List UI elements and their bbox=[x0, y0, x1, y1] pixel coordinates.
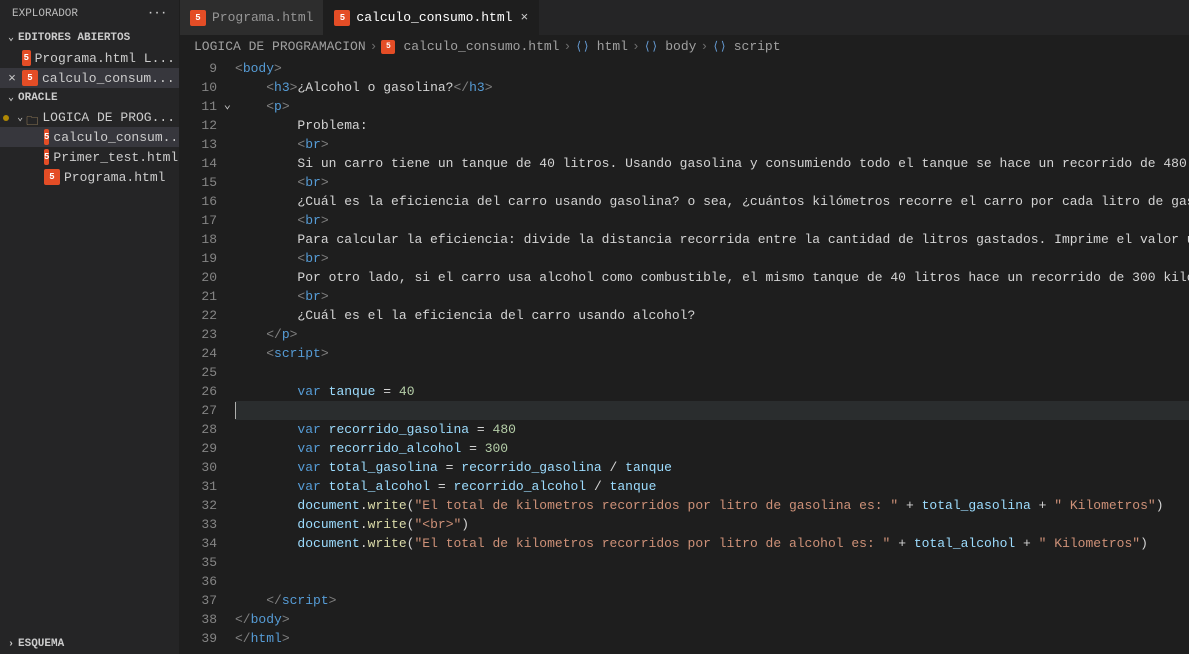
chevron-right-icon: › bbox=[4, 639, 18, 650]
html-file-icon bbox=[44, 129, 49, 145]
chevron-right-icon: › bbox=[370, 39, 378, 54]
breadcrumb-node[interactable]: html bbox=[597, 39, 628, 54]
folder-item[interactable]: ⌄ 🗀 LOGICA DE PROG... bbox=[0, 108, 179, 127]
tab-calculo-consumo[interactable]: calculo_consumo.html × bbox=[324, 0, 539, 35]
line-number-gutter: 9101112131415161718192021222324252627282… bbox=[180, 58, 235, 654]
file-item[interactable]: Primer_test.html bbox=[0, 147, 179, 167]
close-icon[interactable]: × bbox=[520, 10, 528, 25]
code-content[interactable]: <body> <h3>¿Alcohol o gasolina?</h3> <p>… bbox=[235, 58, 1189, 654]
html-file-icon bbox=[22, 50, 31, 66]
html-file-icon bbox=[190, 10, 206, 26]
html-file-icon bbox=[22, 70, 38, 86]
more-icon[interactable]: ··· bbox=[147, 8, 167, 20]
workspace-label: ORACLE bbox=[18, 92, 58, 104]
chevron-right-icon: › bbox=[632, 39, 640, 54]
outline-header[interactable]: › ESQUEMA bbox=[0, 634, 179, 654]
element-icon: ⟨⟩ bbox=[644, 39, 658, 54]
outline-label: ESQUEMA bbox=[18, 638, 64, 650]
element-icon: ⟨⟩ bbox=[575, 39, 589, 54]
file-name: Primer_test.html bbox=[53, 150, 178, 165]
element-icon: ⟨⟩ bbox=[712, 39, 726, 54]
html-file-icon bbox=[334, 10, 350, 26]
open-editor-filename: calculo_consum... bbox=[42, 71, 175, 86]
open-editors-label: EDITORES ABIERTOS bbox=[18, 32, 130, 44]
file-item[interactable]: Programa.html bbox=[0, 167, 179, 187]
chevron-right-icon: › bbox=[700, 39, 708, 54]
explorer-title: EXPLORADOR bbox=[12, 8, 78, 20]
editor-group: Programa.html calculo_consumo.html × LOG… bbox=[180, 0, 1189, 654]
open-editor-item[interactable]: × calculo_consum... bbox=[0, 68, 179, 88]
tab-programa[interactable]: Programa.html bbox=[180, 0, 324, 35]
chevron-down-icon: ⌄ bbox=[14, 112, 26, 124]
open-editors-header[interactable]: ⌄ EDITORES ABIERTOS bbox=[0, 28, 179, 48]
file-item[interactable]: calculo_consum... bbox=[0, 127, 179, 147]
html-file-icon bbox=[381, 40, 395, 54]
open-editor-item[interactable]: Programa.html L... bbox=[0, 48, 179, 68]
explorer-sidebar: EXPLORADOR ··· ⌄ EDITORES ABIERTOS Progr… bbox=[0, 0, 180, 654]
close-icon[interactable]: × bbox=[4, 71, 20, 86]
code-editor[interactable]: 9101112131415161718192021222324252627282… bbox=[180, 58, 1189, 654]
git-modified-dot bbox=[3, 115, 9, 121]
explorer-header: EXPLORADOR ··· bbox=[0, 0, 179, 28]
tab-label: Programa.html bbox=[212, 10, 313, 25]
tab-label: calculo_consumo.html bbox=[356, 10, 512, 25]
workspace-header[interactable]: ⌄ ORACLE bbox=[0, 88, 179, 108]
breadcrumb-node[interactable]: body bbox=[665, 39, 696, 54]
file-name: Programa.html bbox=[64, 170, 165, 185]
breadcrumb-root[interactable]: LOGICA DE PROGRAMACION bbox=[194, 39, 366, 54]
breadcrumb-file[interactable]: calculo_consumo.html bbox=[403, 39, 559, 54]
file-name: calculo_consum... bbox=[53, 130, 179, 145]
tabs-bar: Programa.html calculo_consumo.html × bbox=[180, 0, 1189, 35]
chevron-right-icon: › bbox=[563, 39, 571, 54]
open-editor-filename: Programa.html L... bbox=[35, 51, 175, 66]
folder-icon: 🗀 bbox=[26, 112, 38, 124]
file-tree: ⌄ 🗀 LOGICA DE PROG... calculo_consum... … bbox=[0, 108, 179, 187]
html-file-icon bbox=[44, 169, 60, 185]
open-editors-list: Programa.html L... × calculo_consum... bbox=[0, 48, 179, 88]
html-file-icon bbox=[44, 149, 49, 165]
breadcrumb-node[interactable]: script bbox=[734, 39, 781, 54]
chevron-down-icon: ⌄ bbox=[4, 32, 18, 44]
chevron-down-icon: ⌄ bbox=[4, 92, 18, 104]
folder-name: LOGICA DE PROG... bbox=[42, 110, 175, 125]
breadcrumbs[interactable]: LOGICA DE PROGRAMACION › calculo_consumo… bbox=[180, 35, 1189, 58]
